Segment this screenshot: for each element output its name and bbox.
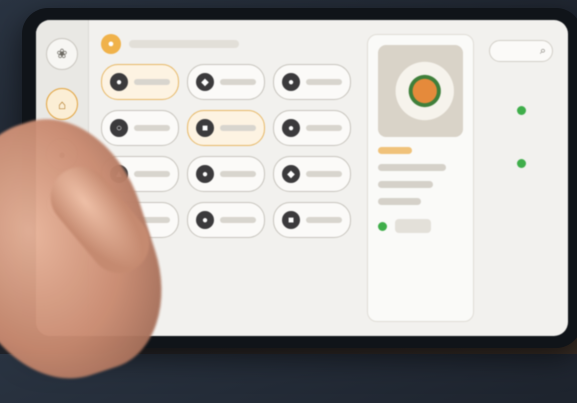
availability-dot-icon — [378, 221, 387, 231]
cheese-icon: ■ — [196, 119, 214, 137]
ingredient-label — [306, 171, 342, 177]
dish-description-line — [378, 181, 434, 188]
dish-photo — [378, 45, 463, 137]
ingredient-label — [134, 125, 170, 131]
dish-title — [378, 164, 446, 171]
olive-icon: ● — [196, 211, 214, 229]
ingredient-chip[interactable]: ● — [187, 202, 265, 238]
ingredient-chip[interactable]: ■ — [273, 202, 351, 238]
status-column: ⌕ — [486, 34, 556, 322]
ingredient-label — [220, 79, 256, 85]
ingredient-label — [220, 217, 256, 223]
tomato-icon: ● — [282, 73, 300, 91]
dish-card[interactable] — [367, 34, 474, 322]
onion-icon: ● — [282, 119, 300, 137]
price-row — [378, 219, 463, 233]
dish-tag — [378, 147, 412, 154]
dish-description-line — [378, 198, 421, 205]
leaf-icon: ❀ — [56, 46, 68, 61]
ingredient-chip[interactable]: ○ — [101, 110, 179, 146]
egg-icon: ○ — [110, 119, 128, 137]
ingredient-chip[interactable]: ● — [273, 110, 351, 146]
ingredient-chip[interactable]: ● — [101, 64, 179, 100]
dish-detail: ⌕ — [363, 20, 568, 336]
ingredient-header: ● — [101, 34, 351, 54]
fish-icon: ◆ — [196, 73, 214, 91]
ingredient-label — [306, 125, 342, 131]
ingredient-label — [306, 79, 342, 85]
chef-hat-icon: ⌂ — [58, 96, 66, 112]
price-value — [395, 219, 431, 233]
category-item[interactable]: ❀ — [46, 38, 78, 70]
ingredient-chip[interactable]: ◆ — [273, 156, 351, 192]
category-badge-icon: ● — [101, 34, 121, 54]
ingredient-label — [306, 217, 342, 223]
ingredient-chip[interactable]: ● — [187, 156, 265, 192]
category-item[interactable]: ⌂ — [46, 88, 78, 120]
status-dot-icon — [516, 159, 526, 168]
corn-icon: ■ — [282, 211, 300, 229]
search-input[interactable]: ⌕ — [489, 40, 553, 62]
ingredient-header-label — [129, 40, 239, 48]
search-icon: ⌕ — [539, 44, 546, 57]
pepper-icon: ● — [110, 73, 128, 91]
ingredient-chip[interactable]: ◆ — [187, 64, 265, 100]
ingredient-label — [220, 125, 256, 131]
ingredient-chip[interactable]: ● — [273, 64, 351, 100]
ingredient-label — [134, 171, 170, 177]
ingredient-chip[interactable]: ■ — [187, 110, 265, 146]
ingredient-label — [220, 171, 256, 177]
chili-icon: ◆ — [282, 165, 300, 183]
eggplant-icon: ● — [196, 165, 214, 183]
ingredient-label — [134, 79, 170, 85]
status-dot-icon — [516, 106, 526, 115]
